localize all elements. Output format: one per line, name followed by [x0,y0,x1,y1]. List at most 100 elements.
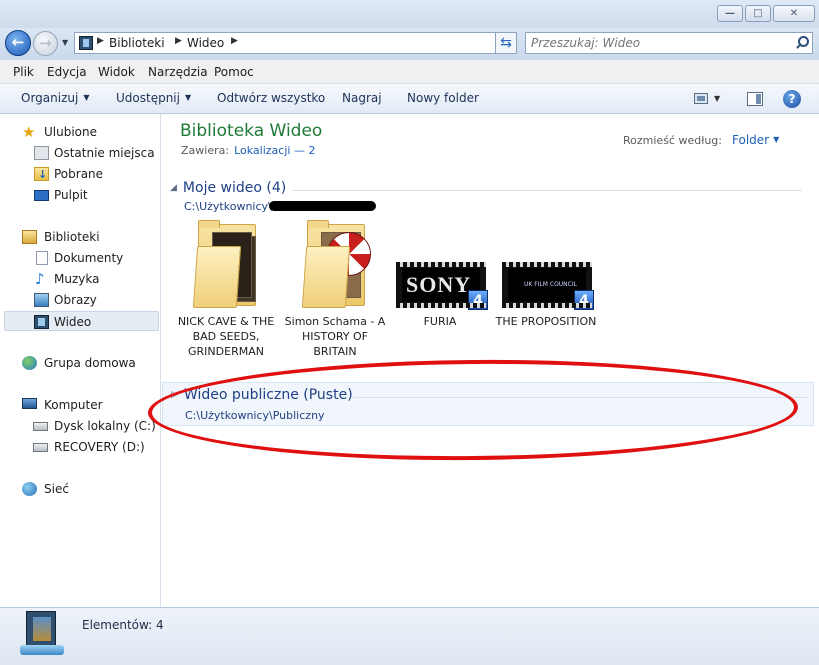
nav-videos-label: Wideo [54,315,92,329]
libraries-icon [22,230,37,244]
maximize-button[interactable]: □ [745,5,771,22]
group-public-videos[interactable]: ▷ Wideo publiczne (Puste) C:\Użytkownicy\… [162,382,814,426]
nav-downloads[interactable]: Pobrane [4,164,158,185]
arrange-by: Rozmieść według: Folder ▼ [623,133,779,147]
video-library-icon [20,611,64,655]
item-label: NICK CAVE & THE BAD SEEDS, GRINDERMAN [177,315,275,358]
nav-desktop-label: Pulpit [54,188,88,202]
video-item[interactable]: NICK CAVE & THE BAD SEEDS, GRINDERMAN [174,218,278,359]
nav-recent-places[interactable]: Ostatnie miejsca [4,143,158,163]
group-path: C:\Użytkownicy\Publiczny [185,409,325,422]
redacted-username [269,201,376,211]
library-contains: Zawiera: Lokalizacji — 2 [181,144,315,157]
folder-icon [192,220,256,308]
help-icon[interactable]: ? [783,90,801,108]
nav-local-disk[interactable]: Dysk lokalny (C:) [4,416,158,436]
nav-desktop[interactable]: Pulpit [4,185,158,205]
back-button[interactable]: ← [5,30,31,56]
nav-network-label: Sieć [44,482,69,496]
menu-pomoc[interactable]: Pomoc [214,65,254,79]
channel-badge: 4 [574,290,594,310]
nav-music[interactable]: ♪ Muzyka [4,269,158,289]
nav-recovery[interactable]: RECOVERY (D:) [4,437,158,457]
search-input[interactable] [531,35,786,51]
change-view-icon[interactable] [694,93,708,104]
locations-link[interactable]: Lokalizacji — 2 [234,144,315,157]
group-header-public-videos[interactable]: ▷ Wideo publiczne (Puste) [171,387,353,403]
organize-button[interactable]: Organizuj ▼ [21,91,89,105]
navigation-pane: ★ Ulubione Ostatnie miejsca Pobrane Pulp… [0,114,161,607]
nav-music-label: Muzyka [54,272,100,286]
video-item[interactable]: SONY 4 FURIA [388,218,492,329]
nav-network[interactable]: Sieć [4,479,158,499]
breadcrumb-separator-icon[interactable]: ▶ [231,36,238,46]
nav-documents-label: Dokumenty [54,251,124,265]
play-all-button[interactable]: Odtwórz wszystko [217,91,325,105]
recent-places-icon [34,146,49,160]
arrange-dropdown[interactable]: Folder [732,133,769,147]
video-thumbnail: UK FILM COUNCIL 4 [494,218,598,310]
forward-button[interactable]: → [33,31,58,56]
address-bar[interactable]: ▶ Biblioteki ▶ Wideo ▶ ▼ [74,32,516,54]
folder-thumbnail [283,218,387,310]
nav-homegroup[interactable]: Grupa domowa [4,353,158,373]
nav-downloads-label: Pobrane [54,167,104,181]
nav-documents[interactable]: Dokumenty [4,248,158,268]
share-label: Udostępnij [116,91,180,105]
group-title: Wideo publiczne (Puste) [183,387,353,403]
nav-videos[interactable]: Wideo [4,311,159,331]
recent-pages-dropdown[interactable]: ▼ [62,38,68,47]
menu-bar: Plik Edycja Widok Narzędzia Pomoc [0,60,819,84]
menu-edycja[interactable]: Edycja [47,65,87,79]
chevron-down-icon[interactable]: ▼ [773,135,779,144]
nav-favorites[interactable]: ★ Ulubione [4,122,158,142]
film-strip-icon: SONY 4 [396,262,488,310]
breadcrumb-separator-icon[interactable]: ▶ [97,36,104,46]
menu-narzedzia[interactable]: Narzędzia [148,65,208,79]
nav-computer[interactable]: Komputer [4,395,158,415]
music-icon: ♪ [35,270,45,288]
view-options-dropdown[interactable]: ▼ [714,94,720,103]
group-title: Moje wideo (4) [182,180,287,196]
address-row: ← → ▼ ▶ Biblioteki ▶ Wideo ▶ ▼ ⇆ [0,28,819,60]
folder-icon [301,220,371,308]
breadcrumb-wideo[interactable]: Wideo [187,36,224,50]
menu-plik[interactable]: Plik [13,65,34,79]
video-item[interactable]: UK FILM COUNCIL 4 THE PROPOSITION [494,218,598,329]
breadcrumb-separator-icon[interactable]: ▶ [175,36,182,46]
share-button[interactable]: Udostępnij ▼ [116,91,191,105]
contains-label: Zawiera: [181,144,230,157]
expand-triangle-icon[interactable]: ▷ [171,390,178,400]
nav-pictures[interactable]: Obrazy [4,290,158,310]
collapse-triangle-icon[interactable]: ◢ [170,183,177,193]
breadcrumb-biblioteki[interactable]: Biblioteki [109,36,165,50]
close-button[interactable]: ✕ [773,5,815,22]
computer-icon [22,398,37,409]
network-icon [22,482,37,496]
minimize-button[interactable]: — [717,5,743,22]
refresh-button[interactable]: ⇆ [495,32,517,54]
local-disk-icon [33,422,48,431]
homegroup-icon [22,356,37,370]
command-bar: Organizuj ▼ Udostępnij ▼ Odtwórz wszystko … [0,84,819,114]
group-divider [292,190,802,191]
nav-recent-places-label: Ostatnie miejsca [54,146,155,160]
nav-libraries[interactable]: Biblioteki [4,227,158,247]
star-icon: ★ [22,123,36,141]
burn-button[interactable]: Nagraj [342,91,382,105]
group-header-my-videos[interactable]: ◢ Moje wideo (4) [170,180,286,196]
desktop-icon [34,190,49,201]
search-icon[interactable] [794,35,809,51]
channel-badge: 4 [468,290,488,310]
videos-icon [34,315,49,329]
menu-widok[interactable]: Widok [98,65,135,79]
nav-homegroup-label: Grupa domowa [44,356,136,370]
new-folder-button[interactable]: Nowy folder [407,91,479,105]
title-bar: — □ ✕ [0,0,819,28]
nav-local-disk-label: Dysk lokalny (C:) [54,419,156,433]
video-item[interactable]: Simon Schama - A HISTORY OF BRITAIN [283,218,387,359]
chevron-down-icon: ▼ [184,93,192,102]
thumb-text: UK FILM COUNCIL [524,281,577,288]
search-box[interactable] [525,32,813,54]
preview-pane-icon[interactable] [747,92,763,106]
